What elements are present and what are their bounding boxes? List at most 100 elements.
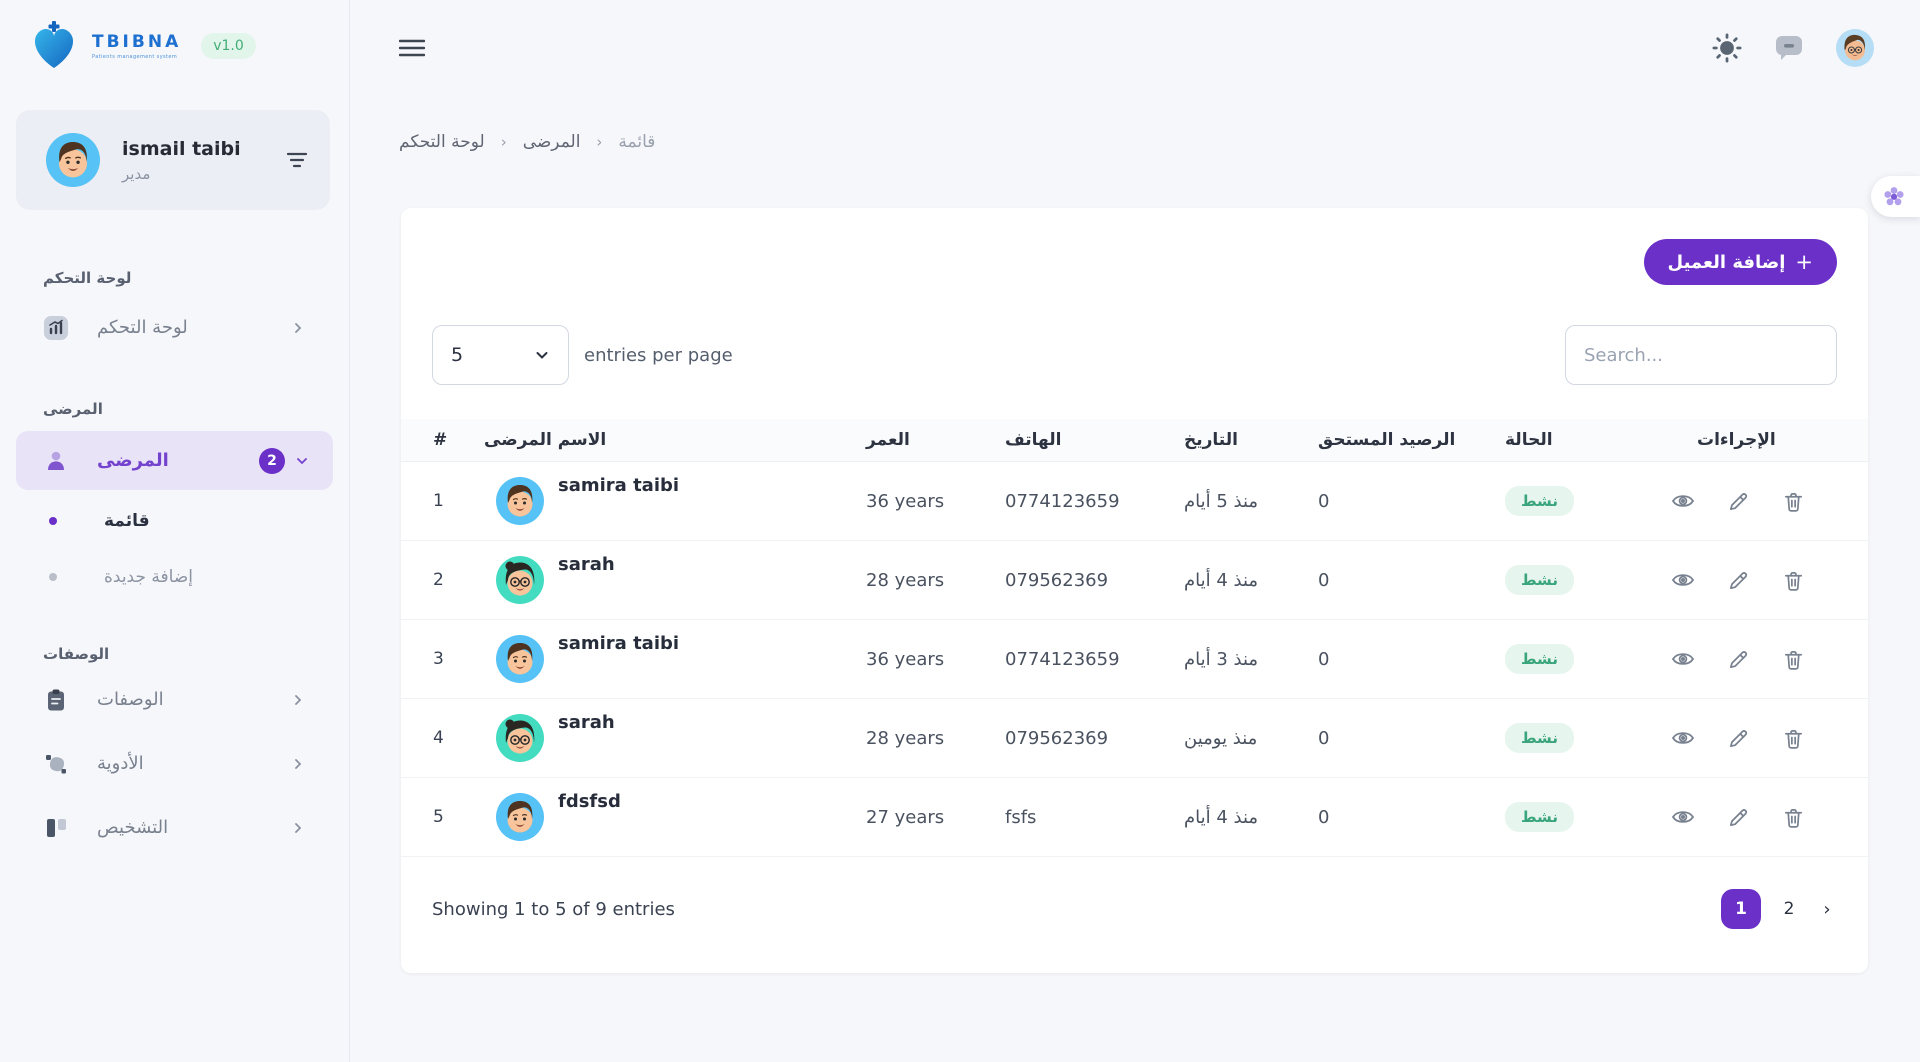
chevron-down-icon [295,454,309,468]
view-eye-icon[interactable] [1671,805,1695,829]
status-badge: نشط [1505,644,1574,674]
chevron-right-icon [291,821,305,835]
column-header-status: الحالة [1505,430,1661,450]
sidebar-item-label: الوصفات [97,689,164,710]
view-eye-icon[interactable] [1671,726,1695,750]
table-row: 1 samira taibi 36 years 0774123659 منذ 5… [401,462,1868,541]
patient-avatar [496,556,544,604]
add-client-button[interactable]: إضافة العميل + [1644,239,1837,285]
sidebar-item-diagnosis[interactable]: التشخيص [0,805,349,850]
delete-trash-icon[interactable] [1782,648,1805,671]
patient-date: منذ 5 أيام [1184,491,1318,512]
sidebar-item-label: المرضى [97,450,169,471]
status-badge: نشط [1505,565,1574,595]
user-card[interactable]: ismail taibi مدير [16,110,330,210]
showing-entries-summary: Showing 1 to 5 of 9 entries [432,899,675,920]
bullet-dot-icon [49,573,57,581]
row-number: 5 [401,807,484,827]
sidebar-item-medicines[interactable]: الأدوية [0,741,349,786]
patient-balance: 0 [1318,807,1505,828]
column-header-name: الاسم المرضى [484,430,866,450]
app-root: { "app": { "name": "TBIBNA", "tagline": … [0,0,1920,1062]
status-badge: نشط [1505,486,1574,516]
patient-date: منذ 4 أيام [1184,807,1318,828]
patient-name-cell: samira taibi [484,462,866,540]
patient-age: 36 years [866,491,1005,512]
hamburger-menu-icon[interactable] [399,38,425,58]
row-number: 3 [401,649,484,669]
sidebar-item-label: التشخيص [97,817,168,838]
patients-person-icon [43,448,69,474]
edit-pen-icon[interactable] [1727,490,1750,513]
section-label-patients: المرضى [43,400,349,418]
section-label-prescriptions: الوصفات [43,645,349,663]
view-eye-icon[interactable] [1671,647,1695,671]
sidebar-subitem-label: قائمة [104,511,150,531]
entries-per-page-value: 5 [451,344,463,366]
patient-date: منذ 3 أيام [1184,649,1318,670]
patient-balance: 0 [1318,570,1505,591]
edit-pen-icon[interactable] [1727,569,1750,592]
topbar [351,0,1920,96]
logo-row: TBIBNA Patients management system v1.0 [0,0,349,72]
edit-pen-icon[interactable] [1727,727,1750,750]
sidebar: TBIBNA Patients management system v1.0 i… [0,0,350,1062]
patient-balance: 0 [1318,649,1505,670]
patient-age: 28 years [866,570,1005,591]
view-eye-icon[interactable] [1671,489,1695,513]
delete-trash-icon[interactable] [1782,727,1805,750]
patient-avatar [496,635,544,683]
column-header-actions: الإجراءات [1661,430,1868,450]
table-controls: 5 entries per page [401,325,1868,385]
breadcrumb-item-patients[interactable]: المرضى [523,132,581,152]
breadcrumb: لوحة التحكم › المرضى › قائمة [399,132,1920,152]
table-row: 3 samira taibi 36 years 0774123659 منذ 3… [401,620,1868,699]
next-page-button[interactable]: › [1817,899,1837,920]
column-header-phone: الهاتف [1005,430,1184,450]
column-header-num: # [401,430,484,450]
topbar-avatar[interactable] [1836,29,1874,67]
dashboard-chart-icon [43,315,69,341]
sidebar-subitem-label: إضافة جديدة [104,567,193,587]
delete-trash-icon[interactable] [1782,569,1805,592]
settings-fab[interactable] [1871,176,1920,217]
settings-flower-icon [1883,186,1905,208]
view-eye-icon[interactable] [1671,568,1695,592]
sidebar-item-label: الأدوية [97,753,144,774]
sidebar-subitem-list[interactable]: قائمة [0,506,349,536]
columns-icon [43,815,69,841]
filter-icon[interactable] [286,149,308,171]
user-name: ismail taibi [122,138,241,160]
row-actions [1661,647,1868,671]
breadcrumb-separator: › [596,133,602,151]
app-tagline: Patients management system [92,54,181,60]
table-row: 5 fdsfsd 27 years fsfs منذ 4 أيام 0 نشط [401,778,1868,857]
add-client-label: إضافة العميل [1668,252,1786,273]
page-2-button[interactable]: 2 [1779,899,1799,919]
search-input[interactable] [1565,325,1837,385]
medicine-pill-icon [43,751,69,777]
patient-date: منذ 4 أيام [1184,570,1318,591]
patients-table-card: إضافة العميل + 5 entries per page # الاس… [401,208,1868,973]
patient-phone: 0774123659 [1005,491,1184,512]
patient-name-cell: sarah [484,699,866,777]
theme-toggle-sun-icon[interactable] [1712,33,1742,63]
patients-count-badge: 2 [259,448,285,474]
sidebar-item-dashboard[interactable]: لوحة التحكم [0,305,349,350]
sidebar-subitem-add-new[interactable]: إضافة جديدة [0,562,349,592]
sidebar-item-prescriptions[interactable]: الوصفات [0,677,349,722]
breadcrumb-item-dashboard[interactable]: لوحة التحكم [399,132,485,152]
delete-trash-icon[interactable] [1782,490,1805,513]
app-name: TBIBNA [92,32,181,52]
messages-icon[interactable] [1774,34,1804,62]
sidebar-item-patients[interactable]: المرضى 2 [16,431,333,490]
entries-per-page-select[interactable]: 5 [432,325,569,385]
delete-trash-icon[interactable] [1782,806,1805,829]
patient-phone: 079562369 [1005,728,1184,749]
edit-pen-icon[interactable] [1727,648,1750,671]
page-1-button[interactable]: 1 [1721,889,1761,929]
status-badge: نشط [1505,723,1574,753]
patient-name: fdsfsd [558,791,621,812]
edit-pen-icon[interactable] [1727,806,1750,829]
app-logo-icon [28,20,80,72]
